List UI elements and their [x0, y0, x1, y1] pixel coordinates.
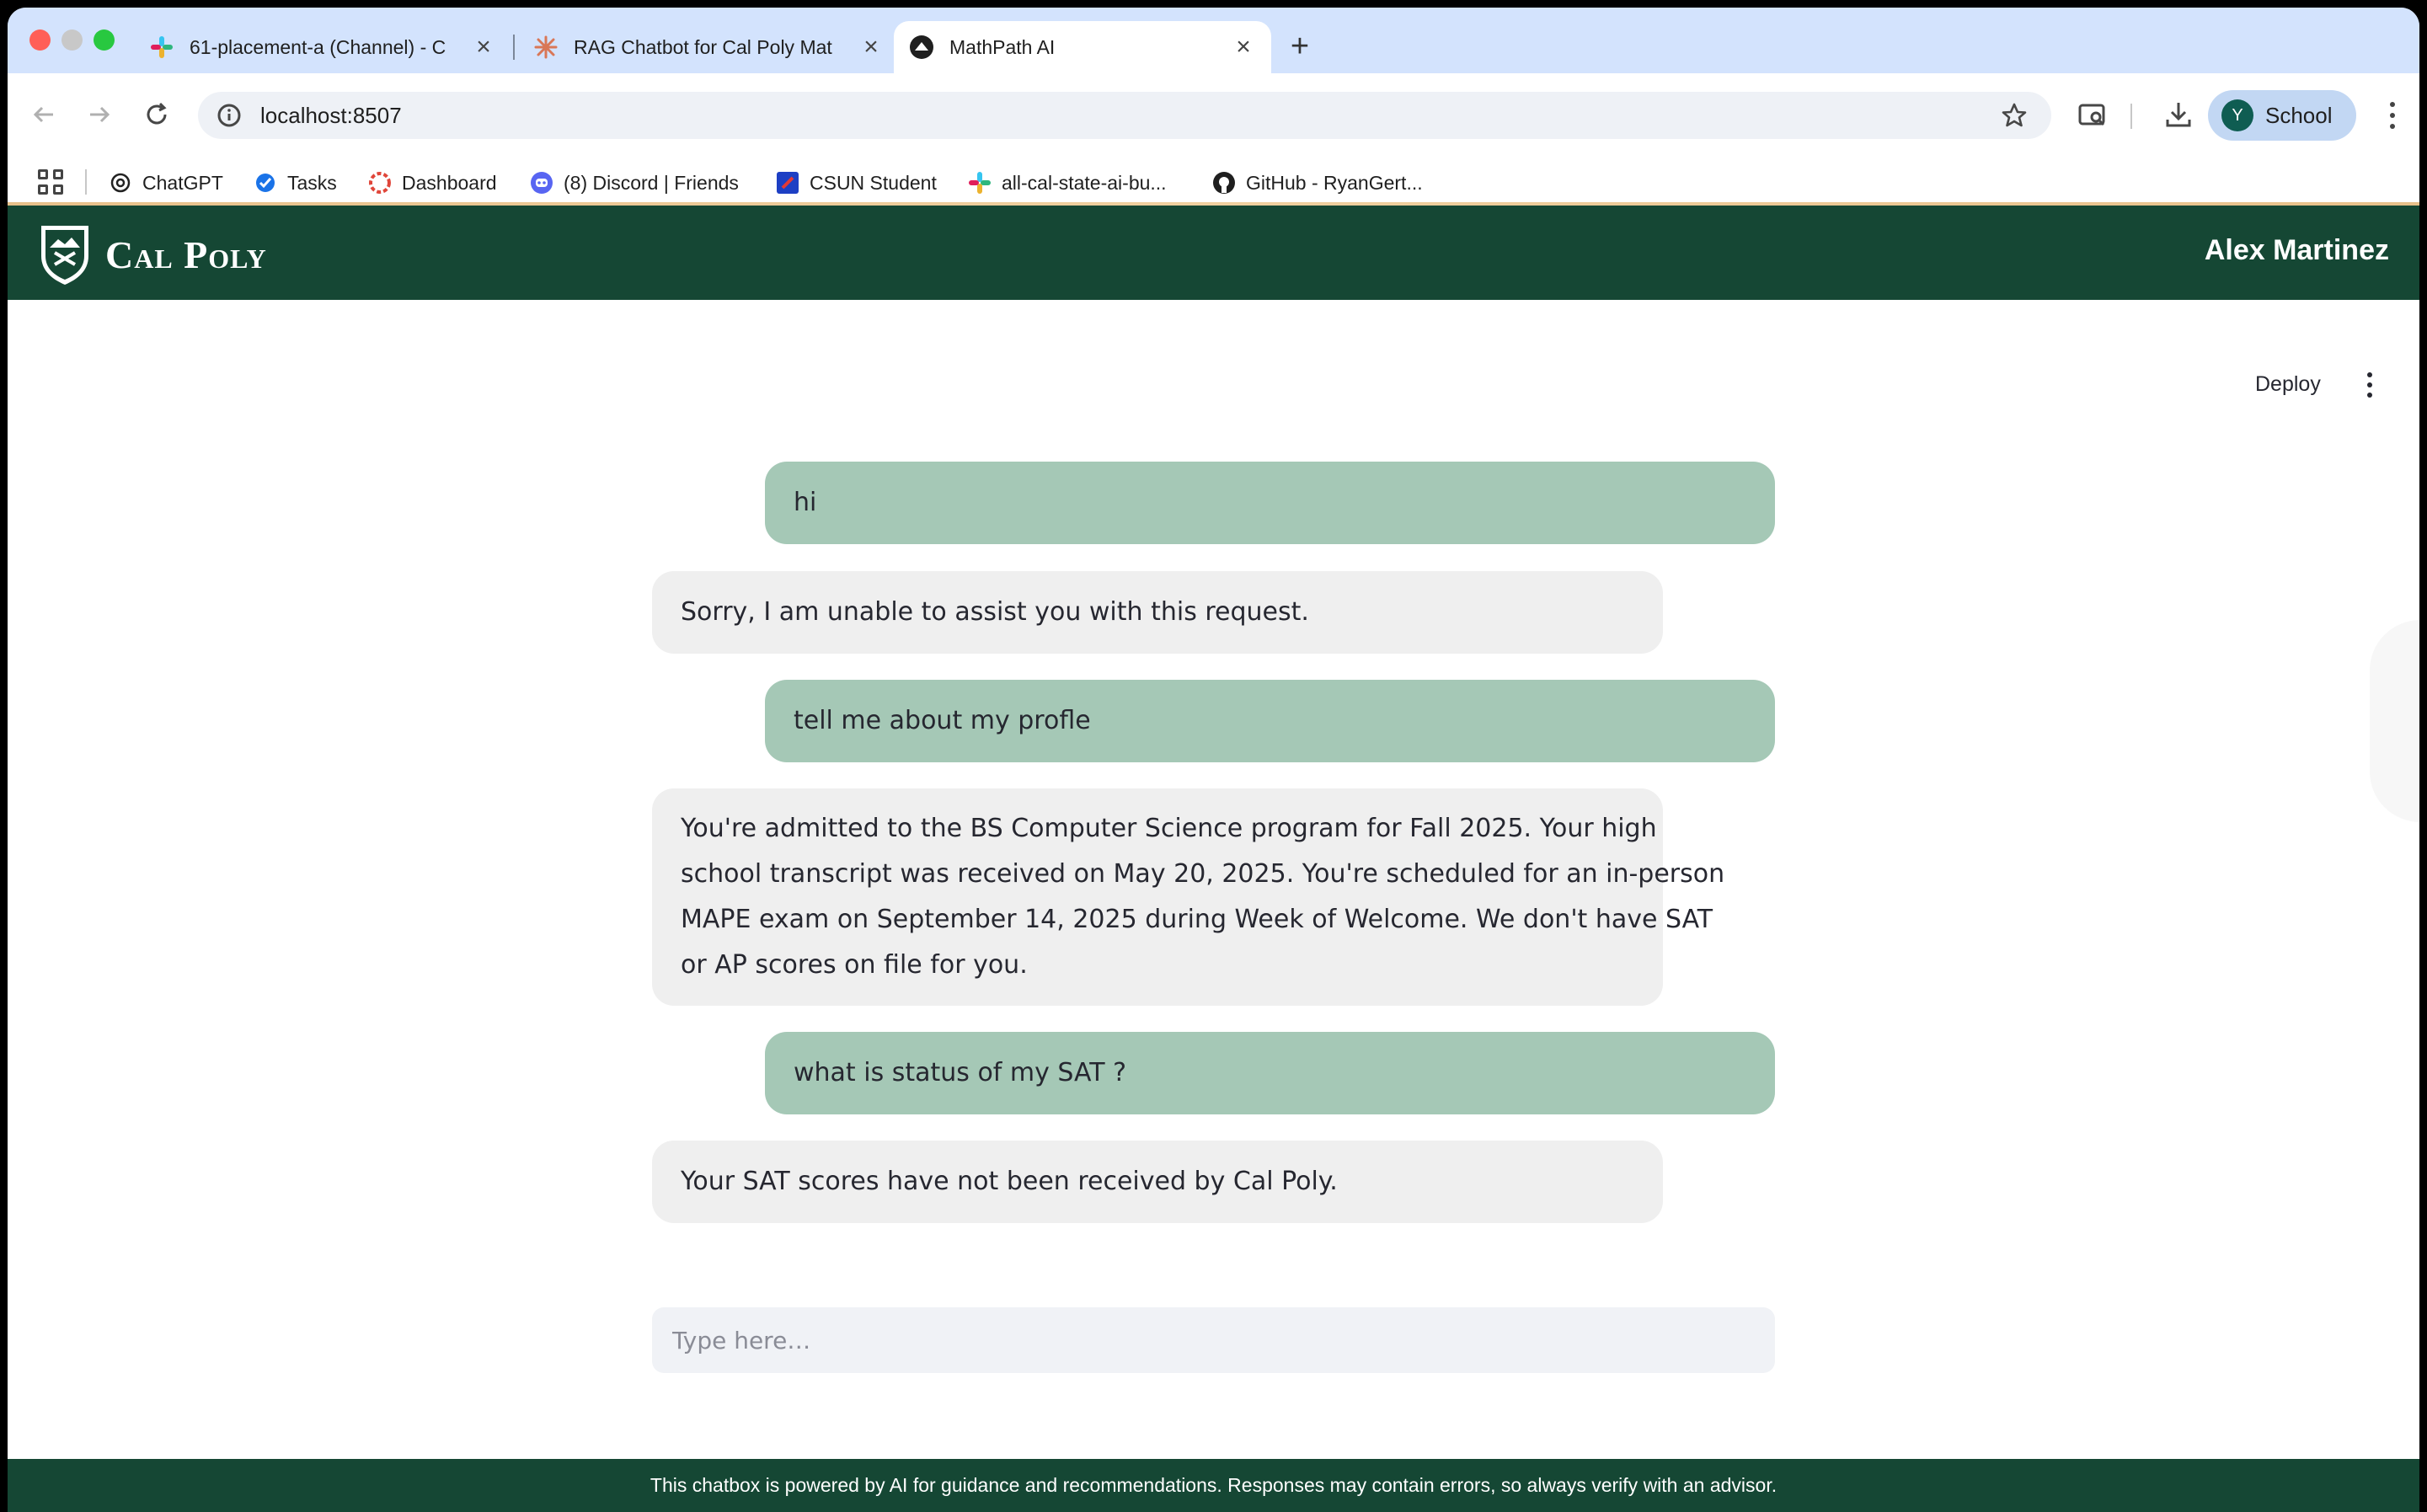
bookmarks-divider — [85, 169, 87, 195]
tab-title: 61-placement-a (Channel) - C — [190, 35, 446, 58]
new-tab-button[interactable]: + — [1281, 28, 1318, 65]
forward-button[interactable] — [78, 93, 120, 136]
message-text: Your SAT scores have not been received b… — [681, 1167, 1338, 1196]
tab-strip: 61-placement-a (Channel) - C × RAG Chatb… — [8, 8, 2419, 73]
bookmark-label: CSUN Student — [810, 171, 937, 194]
back-button[interactable] — [23, 93, 65, 136]
bookmark-label: Dashboard — [402, 171, 497, 194]
chat-main: Deploy hi Sorry, I am unable to assist y… — [8, 300, 2419, 1467]
bookmark-label: GitHub - RyanGert... — [1246, 171, 1423, 194]
bookmark-label: ChatGPT — [142, 171, 223, 194]
cal-poly-logo: Cal Poly — [38, 222, 267, 286]
bookmark-tasks[interactable]: Tasks — [254, 159, 337, 206]
message-line: school transcript was received on May 20… — [681, 859, 1725, 889]
chat-input-container — [652, 1307, 1775, 1373]
tab-rag-chatbot[interactable]: RAG Chatbot for Cal Poly Mat × — [518, 21, 899, 73]
chatgpt-icon — [109, 171, 132, 195]
bookmark-label: (8) Discord | Friends — [564, 171, 739, 194]
footer: This chatbox is powered by AI for guidan… — [8, 1459, 2419, 1512]
google-lens-icon[interactable] — [2073, 95, 2112, 134]
tab-title: RAG Chatbot for Cal Poly Mat — [574, 35, 832, 58]
shield-icon — [41, 226, 88, 285]
user-message: what is status of my SAT ? — [765, 1032, 1775, 1114]
avatar: Y — [2221, 99, 2253, 131]
reload-button[interactable] — [136, 93, 178, 136]
bookmark-discord[interactable]: (8) Discord | Friends — [530, 159, 739, 206]
profile-button[interactable]: Y School — [2208, 90, 2356, 141]
claude-icon — [533, 35, 559, 60]
bookmark-all-cal-state[interactable]: all-cal-state-ai-bu... — [968, 159, 1167, 206]
profile-name: School — [2265, 102, 2333, 128]
url-text: localhost:8507 — [260, 102, 402, 128]
download-icon[interactable] — [2159, 95, 2198, 134]
reload-icon — [147, 102, 167, 125]
app-menu-icon[interactable] — [2361, 371, 2378, 399]
window-maximize-button[interactable] — [94, 29, 115, 51]
tab-separator — [513, 35, 515, 60]
logo-text: Cal Poly — [105, 232, 267, 276]
message-text: tell me about my profle — [794, 706, 1091, 735]
csun-icon — [776, 171, 799, 195]
slack-icon — [968, 171, 992, 195]
window-close-button[interactable] — [29, 29, 51, 51]
bookmark-dashboard[interactable]: Dashboard — [368, 159, 497, 206]
tab-mathpath-ai[interactable]: MathPath AI × — [894, 21, 1271, 73]
assistant-message: Your SAT scores have not been received b… — [652, 1141, 1663, 1223]
footer-disclaimer: This chatbox is powered by AI for guidan… — [650, 1474, 1777, 1496]
address-bar[interactable]: localhost:8507 — [198, 92, 2051, 139]
bookmarks-bar: ChatGPT Tasks Dashboard (8) Discord | Fr… — [8, 159, 2419, 206]
browser-window: 61-placement-a (Channel) - C × RAG Chatb… — [8, 8, 2419, 1512]
slack-icon — [149, 35, 174, 60]
user-message: hi — [765, 462, 1775, 544]
streamlit-icon — [909, 35, 934, 60]
window-minimize-button[interactable] — [61, 29, 83, 51]
bookmark-star-icon[interactable] — [1999, 100, 2029, 131]
message-text: hi — [794, 488, 817, 517]
message-text: what is status of my SAT ? — [794, 1058, 1126, 1087]
tab-close-icon[interactable]: × — [1231, 33, 1256, 61]
tab-title: MathPath AI — [949, 35, 1056, 58]
chat-input[interactable] — [652, 1326, 1775, 1354]
assistant-message: You're admitted to the BS Computer Scien… — [652, 788, 1724, 1006]
tab-close-icon[interactable]: × — [858, 33, 884, 61]
apps-grid-icon[interactable] — [36, 168, 65, 196]
discord-icon — [530, 171, 553, 195]
tasks-icon — [254, 171, 277, 195]
arrow-right-icon — [90, 106, 110, 123]
browser-toolbar: localhost:8507 Y School — [8, 73, 2419, 163]
user-name: Alex Martinez — [2204, 234, 2389, 266]
browser-menu-icon[interactable] — [2380, 99, 2405, 132]
bookmark-chatgpt[interactable]: ChatGPT — [109, 159, 223, 206]
bookmark-csun-student[interactable]: CSUN Student — [776, 159, 937, 206]
app-header: Cal Poly Alex Martinez — [8, 206, 2419, 300]
message-line: MAPE exam on September 14, 2025 during W… — [681, 905, 1713, 934]
github-icon — [1212, 171, 1236, 195]
sidebar-peek[interactable] — [2370, 620, 2419, 822]
message-text: Sorry, I am unable to assist you with th… — [681, 597, 1309, 627]
user-message: tell me about my profle — [765, 680, 1775, 762]
bookmark-label: all-cal-state-ai-bu... — [1002, 171, 1167, 194]
deploy-button[interactable]: Deploy — [2255, 372, 2321, 397]
dashboard-icon — [368, 171, 392, 195]
arrow-left-icon — [33, 106, 53, 123]
toolbar-divider — [2130, 104, 2132, 129]
site-info-icon[interactable] — [215, 101, 243, 130]
tab-slack-channel[interactable]: 61-placement-a (Channel) - C × — [134, 21, 511, 73]
message-line: or AP scores on file for you. — [681, 950, 1028, 980]
message-line: You're admitted to the BS Computer Scien… — [681, 814, 1657, 843]
bookmark-label: Tasks — [287, 171, 337, 194]
bookmark-github[interactable]: GitHub - RyanGert... — [1212, 159, 1423, 206]
assistant-message: Sorry, I am unable to assist you with th… — [652, 571, 1663, 654]
tab-close-icon[interactable]: × — [471, 33, 496, 61]
